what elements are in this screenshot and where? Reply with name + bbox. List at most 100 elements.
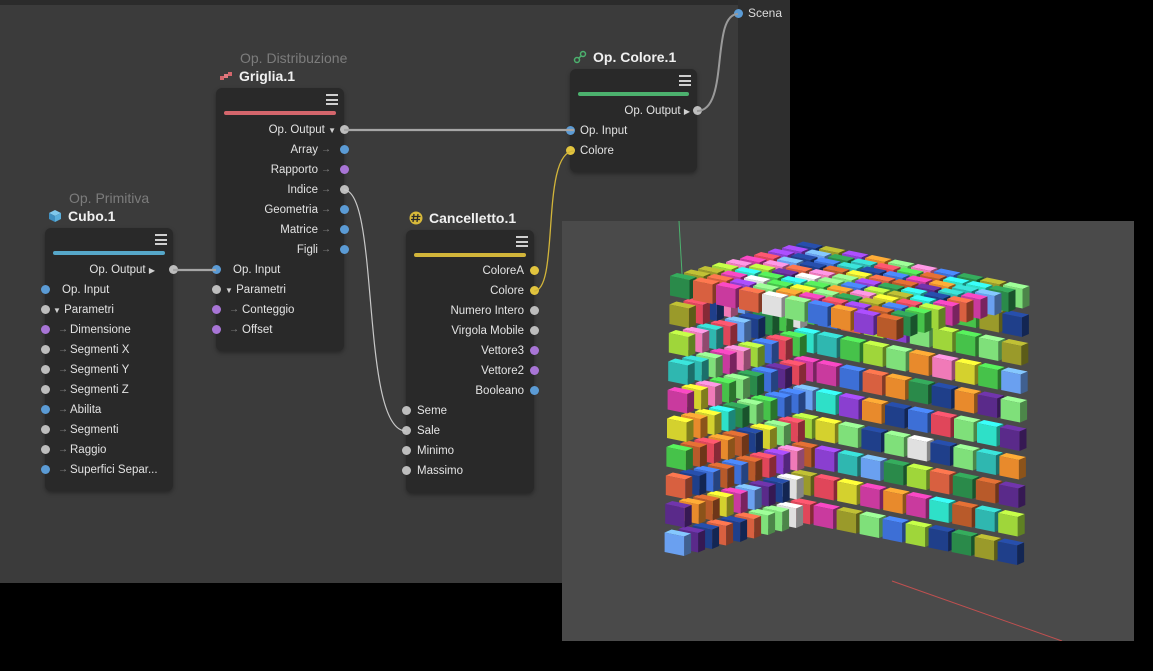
grid-cube	[831, 304, 858, 331]
griglia-output-port[interactable]	[340, 125, 349, 134]
grid-cube	[976, 448, 1003, 475]
colore-output-port[interactable]	[693, 106, 702, 115]
grid-cube	[906, 463, 934, 490]
hamburger-menu-icon[interactable]	[516, 236, 528, 247]
griglia-output-port[interactable]	[340, 145, 349, 154]
cubo-params-port[interactable]	[41, 305, 50, 314]
grid-cube	[882, 516, 910, 543]
cancelletto-output-port[interactable]	[530, 306, 539, 315]
cubo-input-port[interactable]	[41, 285, 50, 294]
griglia-title-text: Griglia.1	[239, 68, 296, 84]
cancelletto-input-port[interactable]	[402, 466, 411, 475]
cancelletto-input-port[interactable]	[402, 426, 411, 435]
grid-cube	[838, 421, 865, 448]
cancelletto-output-port[interactable]	[530, 386, 539, 395]
grid-cube	[928, 525, 956, 552]
grid-cube	[998, 510, 1025, 537]
griglia-output-port[interactable]	[340, 205, 349, 214]
cancelletto-output-port[interactable]	[530, 286, 539, 295]
cubo-node-subtitle: Op. Primitiva	[69, 190, 150, 206]
wire-colore-to-scena	[696, 13, 739, 112]
grid-cube	[931, 382, 959, 409]
griglia-params-port[interactable]	[212, 285, 221, 294]
cubo-param-port[interactable]	[41, 325, 50, 334]
hamburger-menu-icon[interactable]	[155, 234, 167, 245]
grid-cube	[883, 459, 911, 486]
grid-cube	[667, 415, 694, 442]
hamburger-menu-icon[interactable]	[679, 75, 691, 86]
grid-cube	[814, 445, 842, 472]
cancelletto-node-title[interactable]: Cancelletto.1	[409, 210, 516, 226]
grid-cube	[739, 286, 766, 313]
griglia-param-port[interactable]	[212, 305, 221, 314]
cancelletto-output-label: Vettore3	[481, 345, 524, 357]
griglia-output-port[interactable]	[340, 245, 349, 254]
grid-cube	[952, 501, 979, 528]
grid-cube	[664, 529, 692, 556]
cubo-param-tick: →	[58, 444, 68, 455]
cubo-param-tick: →	[58, 384, 68, 395]
cubo-node-title[interactable]: Cubo.1	[48, 208, 115, 224]
grid-cube	[909, 349, 936, 376]
cubo-param-port[interactable]	[41, 465, 50, 474]
cancelletto-color-bar	[414, 253, 526, 257]
grid-cube	[975, 505, 1002, 532]
cancelletto-input-port[interactable]	[402, 406, 411, 415]
grid-cube	[817, 331, 844, 358]
cancelletto-output-label: Vettore2	[481, 365, 524, 377]
grid-cube	[997, 538, 1025, 565]
cubo-param-port[interactable]	[41, 365, 50, 374]
griglia-output-tick: →	[321, 184, 331, 195]
cancelletto-input-port[interactable]	[402, 446, 411, 455]
cubo-params-group[interactable]: ▼ Parametri	[53, 303, 114, 318]
griglia-input-port[interactable]	[212, 265, 221, 274]
griglia-input-label: Op. Input	[233, 264, 281, 276]
griglia-param-label: Conteggio	[242, 304, 295, 316]
grid-cube	[886, 345, 913, 372]
colore-input-port[interactable]	[566, 126, 575, 135]
colore-input-port[interactable]	[566, 146, 575, 155]
grid-cube	[877, 313, 904, 340]
griglia-output-port[interactable]	[340, 225, 349, 234]
3d-viewport[interactable]	[562, 221, 1134, 641]
scene-input-port[interactable]	[734, 9, 743, 18]
cancelletto-output-port[interactable]	[530, 266, 539, 275]
grid-cube	[932, 354, 959, 381]
colore-node-title[interactable]: Op. Colore.1	[573, 49, 676, 65]
cancelletto-output-port[interactable]	[530, 366, 539, 375]
cubo-param-tick: →	[58, 324, 68, 335]
cancelletto-output-port[interactable]	[530, 326, 539, 335]
cubo-param-port[interactable]	[41, 385, 50, 394]
griglia-param-port[interactable]	[212, 325, 221, 334]
cubo-param-label: Raggio	[70, 444, 107, 456]
cubo-param-port[interactable]	[41, 445, 50, 454]
cube-grid-render	[664, 221, 1063, 641]
cancelletto-input-label: Sale	[417, 425, 441, 437]
griglia-output-port[interactable]	[340, 185, 349, 194]
grid-cube	[814, 474, 841, 501]
cubo-param-label: Segmenti X	[70, 344, 130, 356]
grid-cube	[885, 402, 912, 429]
griglia-output-label: Figli	[296, 244, 318, 256]
grid-cube	[665, 472, 693, 499]
cancelletto-input-label: Minimo	[417, 445, 455, 457]
griglia-output-port[interactable]	[340, 165, 349, 174]
cubo-param-port[interactable]	[41, 405, 50, 414]
cancelletto-output-port[interactable]	[530, 346, 539, 355]
griglia-node-title[interactable]: Griglia.1	[219, 68, 295, 84]
cubo-color-bar	[53, 251, 165, 255]
griglia-output-tick: →	[321, 244, 331, 255]
grid-cube	[837, 450, 865, 477]
editor-top-bar	[0, 0, 790, 5]
griglia-output-tick: →	[321, 204, 331, 215]
grid-cube	[883, 487, 910, 514]
cubo-param-port[interactable]	[41, 345, 50, 354]
hamburger-menu-icon[interactable]	[326, 94, 338, 105]
grid-cube	[813, 502, 841, 529]
cubo-param-port[interactable]	[41, 425, 50, 434]
griglia-params-group[interactable]: ▼ Parametri	[225, 283, 286, 298]
griglia-output-tick: →	[321, 144, 331, 155]
cubo-output-port[interactable]	[169, 265, 178, 274]
cancelletto-output-label: ColoreA	[482, 265, 524, 277]
cubo-param-label: Segmenti Y	[70, 364, 130, 376]
